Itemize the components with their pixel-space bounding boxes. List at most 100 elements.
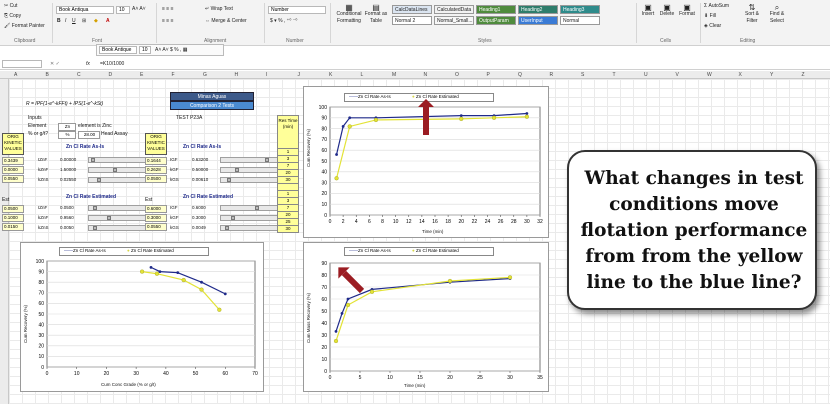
align-top-buttons[interactable]: ≡ ≡ ≡ bbox=[162, 6, 174, 13]
number-format-combo[interactable]: Number bbox=[268, 6, 326, 14]
kinetic-value-cell[interactable]: 0.0150 bbox=[2, 223, 24, 231]
column-header[interactable]: X bbox=[739, 71, 742, 79]
res-time-cell[interactable]: 3 bbox=[277, 198, 299, 205]
slider-thumb[interactable] bbox=[93, 206, 97, 210]
font-color-button[interactable]: A bbox=[106, 18, 110, 25]
res-time-cell[interactable]: 1 bbox=[277, 191, 299, 198]
column-header[interactable]: L bbox=[361, 71, 364, 79]
format-as-table-button[interactable]: ▤ Format as Table bbox=[364, 4, 388, 25]
head-assay-input[interactable]: 28.00 bbox=[78, 131, 100, 139]
column-header[interactable]: H bbox=[235, 71, 239, 79]
column-header[interactable]: D bbox=[109, 71, 113, 79]
cell-style-swatch[interactable]: Normal 2 bbox=[392, 16, 432, 25]
merge-center-button[interactable]: ⇔ Merge & Center bbox=[205, 18, 247, 25]
param-slider[interactable] bbox=[220, 215, 278, 221]
cell-style-swatch[interactable]: Normal bbox=[560, 16, 600, 25]
column-header[interactable]: B bbox=[46, 71, 49, 79]
fill-color-button[interactable]: ◆ bbox=[94, 18, 98, 25]
slider-thumb[interactable] bbox=[255, 206, 259, 210]
chart-recovery-vs-time[interactable]: ——Zn Cl Rate As-Is ● Zn Cl Rate Estimate… bbox=[303, 86, 549, 238]
param-slider[interactable] bbox=[88, 225, 146, 231]
format-painter-button[interactable]: 🖌 Format Painter bbox=[4, 23, 45, 30]
column-header[interactable]: F bbox=[172, 71, 175, 79]
param-slider[interactable] bbox=[220, 225, 278, 231]
slider-thumb[interactable] bbox=[235, 168, 239, 172]
slider-thumb[interactable] bbox=[227, 178, 231, 182]
mini-size-combo[interactable]: 10 bbox=[139, 46, 151, 54]
param-slider[interactable] bbox=[88, 177, 146, 183]
slider-thumb[interactable] bbox=[113, 168, 117, 172]
sort-filter-button[interactable]: ⇅ Sort & Filter bbox=[740, 4, 764, 25]
insert-cells-button[interactable]: ▣ Insert bbox=[640, 4, 656, 18]
param-slider[interactable] bbox=[220, 157, 278, 163]
align-horizontal-buttons[interactable]: ≡ ≡ ≡ bbox=[162, 18, 174, 25]
column-header[interactable]: N bbox=[424, 71, 428, 79]
formula-input[interactable]: =K10/1000 bbox=[100, 61, 124, 68]
cell-style-swatch[interactable]: Normal_Small... bbox=[434, 16, 474, 25]
cell-style-swatch[interactable]: Heading1 bbox=[476, 5, 516, 14]
column-header[interactable]: G bbox=[203, 71, 207, 79]
slider-thumb[interactable] bbox=[97, 178, 101, 182]
conditional-formatting-button[interactable]: ▦ Conditional Formatting bbox=[335, 4, 363, 25]
column-header[interactable]: E bbox=[140, 71, 143, 79]
font-name-combo[interactable]: Book Antiqua bbox=[56, 6, 114, 14]
res-time-cell[interactable]: 20 bbox=[277, 170, 299, 177]
format-cells-button[interactable]: ▣ Format bbox=[678, 4, 696, 18]
mini-font-combo[interactable]: Book Antique bbox=[99, 46, 137, 54]
units-input[interactable]: % bbox=[58, 131, 76, 139]
res-time-cell[interactable]: 7 bbox=[277, 163, 299, 170]
column-header[interactable]: P bbox=[487, 71, 490, 79]
cut-button[interactable]: ✂ Cut bbox=[4, 3, 17, 10]
res-time-cell[interactable]: 1 bbox=[277, 149, 299, 156]
kinetic-value-cell[interactable]: 0.0500 bbox=[145, 175, 167, 183]
name-box[interactable] bbox=[2, 60, 42, 68]
res-time-cell[interactable]: 7 bbox=[277, 205, 299, 212]
column-header[interactable]: S bbox=[581, 71, 584, 79]
bold-button[interactable]: B bbox=[57, 18, 61, 25]
param-slider[interactable] bbox=[88, 215, 146, 221]
kinetic-value-cell[interactable]: 0.3000 bbox=[145, 214, 167, 222]
kinetic-value-cell[interactable]: 0.3439 bbox=[2, 157, 24, 165]
underline-button[interactable]: U bbox=[72, 18, 76, 25]
copy-button[interactable]: ⎘ Copy bbox=[4, 13, 21, 20]
param-slider[interactable] bbox=[220, 167, 278, 173]
delete-cells-button[interactable]: ▣ Delete bbox=[658, 4, 676, 18]
cell-style-swatch[interactable]: UserInput bbox=[518, 16, 558, 25]
find-select-button[interactable]: ⌕ Find & Select bbox=[765, 4, 789, 25]
column-header[interactable]: C bbox=[77, 71, 81, 79]
param-slider[interactable] bbox=[88, 205, 146, 211]
column-header[interactable]: W bbox=[707, 71, 712, 79]
cell-style-swatch[interactable]: OutputParam bbox=[476, 16, 516, 25]
column-header[interactable]: I bbox=[266, 71, 267, 79]
kinetic-value-cell[interactable]: 0.6000 bbox=[145, 205, 167, 213]
column-header[interactable]: U bbox=[644, 71, 648, 79]
kinetic-value-cell[interactable]: 0.0550 bbox=[145, 223, 167, 231]
kinetic-value-cell[interactable]: 0.1644 bbox=[145, 157, 167, 165]
cell-style-swatch[interactable]: Heading3 bbox=[560, 5, 600, 14]
fill-button[interactable]: ⬇ Fill bbox=[704, 13, 716, 20]
column-header[interactable]: J bbox=[298, 71, 301, 79]
kinetic-value-cell[interactable]: 0.0550 bbox=[2, 175, 24, 183]
kinetic-value-cell[interactable]: 0.1000 bbox=[2, 214, 24, 222]
font-size-combo[interactable]: 10 bbox=[116, 6, 130, 14]
column-header[interactable]: A bbox=[14, 71, 17, 79]
param-slider[interactable] bbox=[88, 167, 146, 173]
res-time-cell[interactable]: 3 bbox=[277, 156, 299, 163]
slider-thumb[interactable] bbox=[231, 216, 235, 220]
column-header[interactable]: R bbox=[550, 71, 554, 79]
cancel-enter-icons[interactable]: ✕ ✓ bbox=[50, 61, 60, 68]
kinetic-value-cell[interactable]: 0.0000 bbox=[2, 166, 24, 174]
insert-function-icon[interactable]: fx bbox=[86, 61, 90, 68]
column-header[interactable]: K bbox=[329, 71, 332, 79]
res-time-cell[interactable]: 20 bbox=[277, 212, 299, 219]
italic-button[interactable]: I bbox=[65, 18, 66, 25]
column-header[interactable]: Y bbox=[770, 71, 773, 79]
column-header[interactable]: M bbox=[392, 71, 396, 79]
kinetic-value-cell[interactable]: 0.0500 bbox=[2, 205, 24, 213]
column-header[interactable]: T bbox=[613, 71, 616, 79]
slider-thumb[interactable] bbox=[265, 158, 269, 162]
column-header[interactable]: Z bbox=[802, 71, 805, 79]
res-time-cell[interactable]: 30 bbox=[277, 177, 299, 184]
res-time-cell[interactable]: 30 bbox=[277, 226, 299, 233]
chart-recovery-vs-grade[interactable]: ——Zn Cl Rate As-Is ● Zn Cl Rate Estimate… bbox=[20, 242, 264, 392]
